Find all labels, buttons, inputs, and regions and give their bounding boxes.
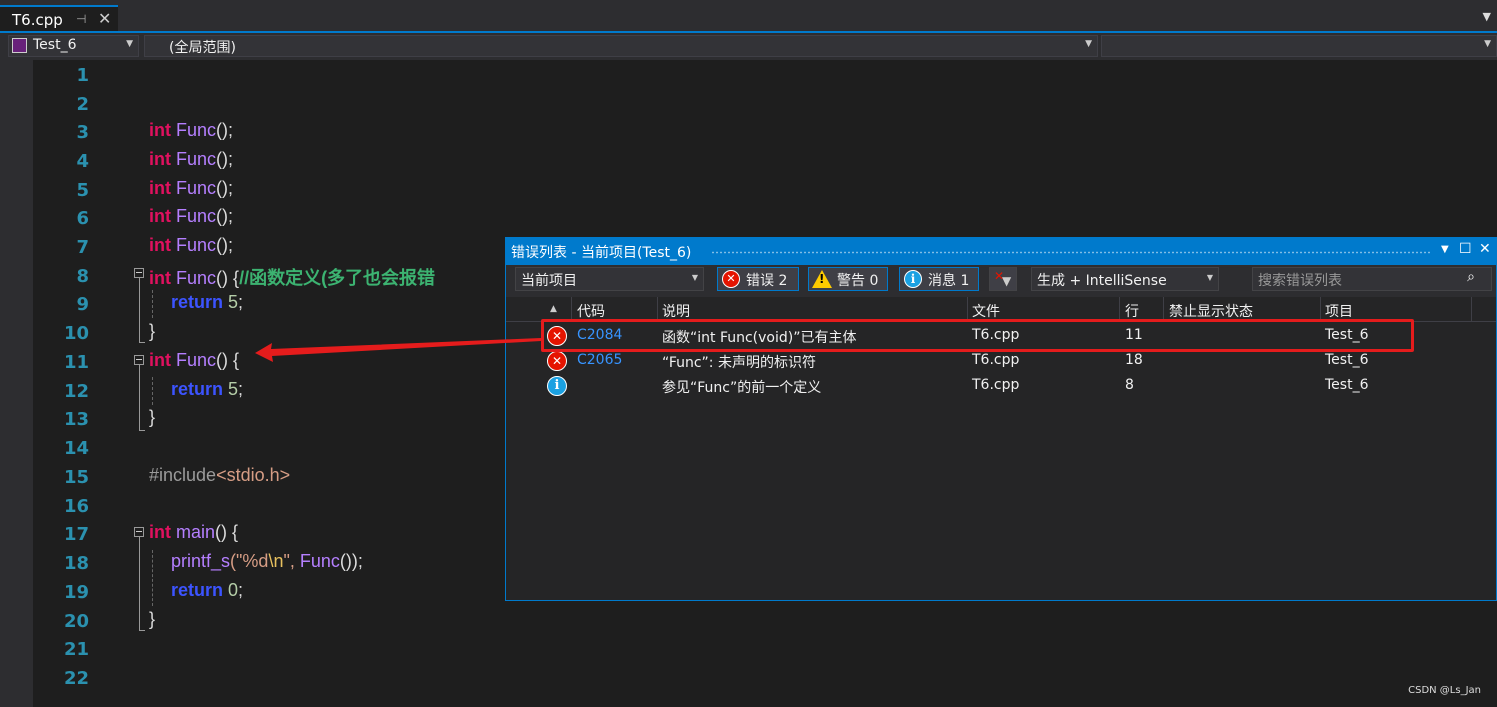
annotation-overlay [255,338,541,362]
watermark: CSDN @Ls_Jan [1408,685,1481,696]
annotation-arrow [255,338,541,362]
